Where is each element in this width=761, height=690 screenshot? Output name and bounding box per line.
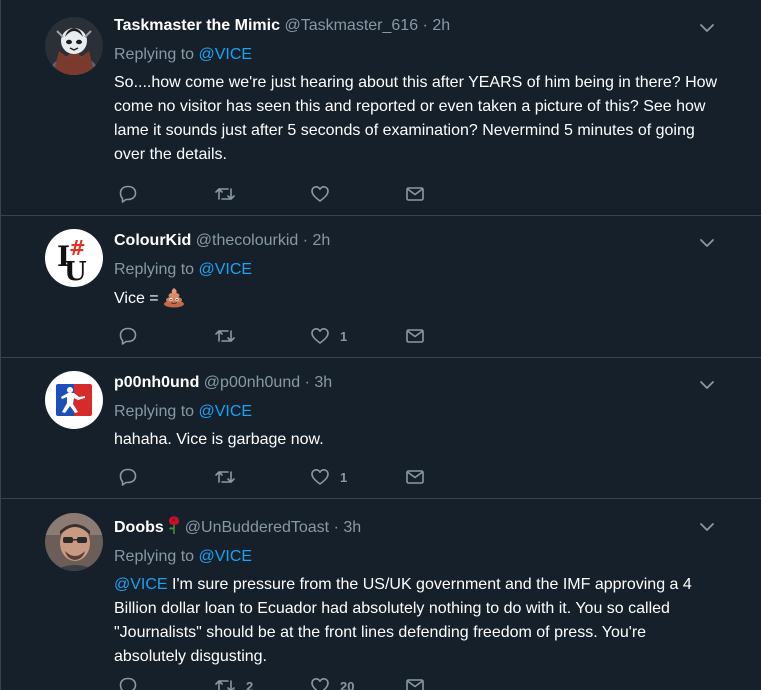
reply-icon — [119, 677, 137, 690]
reply-button[interactable] — [118, 325, 138, 347]
tweet-text: So....how come we're just hearing about … — [114, 74, 718, 163]
like-count: 20 — [340, 678, 355, 690]
timestamp[interactable]: · 3h — [334, 519, 362, 536]
envelope-icon — [406, 679, 424, 690]
display-name[interactable]: Taskmaster the Mimic — [114, 17, 280, 34]
heart-icon — [311, 469, 329, 485]
chevron-down-icon[interactable] — [699, 235, 715, 251]
retweet-button[interactable] — [214, 466, 236, 488]
like-button[interactable]: 1 — [310, 466, 347, 488]
replying-to-link[interactable]: @VICE — [199, 403, 253, 420]
retweet-icon — [215, 330, 235, 342]
tweet-header: Doobs @UnBudderedToast · 3h — [114, 515, 721, 538]
replying-to-line: Replying to @VICE — [114, 547, 721, 567]
like-button[interactable]: 20 — [310, 675, 354, 690]
timestamp[interactable]: · 3h — [305, 374, 333, 391]
display-name[interactable]: Doobs — [114, 519, 164, 536]
replying-to-line: Replying to @VICE — [114, 260, 721, 280]
tweet[interactable]: p00nh0und @p00nh0und · 3h Replying to @V… — [1, 358, 761, 499]
retweet-count: 2 — [246, 678, 254, 690]
display-name[interactable]: p00nh0und — [114, 374, 199, 391]
heart-icon — [311, 186, 329, 202]
handle[interactable]: @UnBudderedToast — [185, 519, 329, 536]
tweet-text-mention[interactable]: @VICE — [114, 576, 168, 593]
tweet-text: hahaha. Vice is garbage now. — [114, 431, 324, 448]
retweet-icon — [215, 188, 235, 200]
reply-icon — [119, 327, 137, 345]
replying-prefix: Replying to — [114, 261, 195, 278]
direct-message-button[interactable] — [405, 466, 425, 488]
envelope-icon — [406, 470, 424, 484]
replying-to-link[interactable]: @VICE — [199, 46, 253, 63]
chevron-down-icon[interactable] — [699, 20, 715, 36]
replying-to-line: Replying to @VICE — [114, 402, 721, 422]
like-count: 1 — [340, 328, 348, 344]
like-count: 1 — [340, 469, 348, 485]
svg-text:U: U — [64, 257, 87, 287]
avatar[interactable] — [45, 371, 103, 429]
replying-prefix: Replying to — [114, 403, 195, 420]
retweet-button[interactable] — [214, 183, 236, 205]
display-name[interactable]: ColourKid — [114, 232, 191, 249]
chevron-down-icon[interactable] — [699, 519, 715, 535]
tweet-header: p00nh0und @p00nh0und · 3h — [114, 373, 721, 393]
tweet[interactable]: Doobs @UnBudderedToast · 3h Replying to … — [1, 499, 761, 690]
handle[interactable]: @Taskmaster_616 — [284, 17, 418, 34]
envelope-icon — [406, 187, 424, 201]
handle[interactable]: @thecolourkid — [196, 232, 299, 249]
retweet-icon — [215, 471, 235, 483]
tweet[interactable]: I # U ColourKid @thecolourkid · 2h Reply… — [1, 216, 761, 358]
replying-to-line: Replying to @VICE — [114, 45, 721, 65]
rose-icon — [168, 516, 179, 534]
envelope-icon — [406, 329, 424, 343]
avatar[interactable] — [45, 513, 103, 571]
heart-icon — [311, 328, 329, 344]
reply-icon — [119, 185, 137, 203]
chevron-down-icon[interactable] — [699, 377, 715, 393]
replying-to-link[interactable]: @VICE — [199, 261, 253, 278]
tweet-text-body: Vice = — [114, 290, 159, 307]
reply-icon — [119, 468, 137, 486]
direct-message-button[interactable] — [405, 675, 425, 690]
heart-icon — [311, 678, 329, 690]
reply-button[interactable] — [118, 466, 138, 488]
replying-prefix: Replying to — [114, 46, 195, 63]
tweet-text-body: I'm sure pressure from the US/UK governm… — [114, 576, 692, 665]
tweet-header: Taskmaster the Mimic @Taskmaster_616 · 2… — [114, 16, 721, 36]
reply-button[interactable] — [118, 675, 138, 690]
tweet-text: @VICE I'm sure pressure from the US/UK g… — [114, 573, 721, 669]
pile-of-poo-icon — [164, 288, 185, 308]
retweet-icon — [215, 680, 235, 690]
direct-message-button[interactable] — [405, 183, 425, 205]
tweet-text: Vice = — [114, 286, 721, 311]
direct-message-button[interactable] — [405, 325, 425, 347]
retweet-button[interactable]: 2 — [214, 675, 253, 690]
like-button[interactable] — [310, 183, 340, 205]
avatar[interactable]: I # U — [45, 229, 103, 287]
tweet[interactable]: Taskmaster the Mimic @Taskmaster_616 · 2… — [1, 0, 761, 216]
replying-to-link[interactable]: @VICE — [199, 548, 253, 565]
reply-feed: Taskmaster the Mimic @Taskmaster_616 · 2… — [0, 0, 761, 690]
retweet-button[interactable] — [214, 325, 236, 347]
timestamp[interactable]: · 2h — [423, 17, 451, 34]
like-button[interactable]: 1 — [310, 325, 347, 347]
avatar[interactable] — [45, 17, 103, 75]
tweet-header: ColourKid @thecolourkid · 2h — [114, 231, 721, 251]
handle[interactable]: @p00nh0und — [204, 374, 300, 391]
timestamp[interactable]: · 2h — [303, 232, 331, 249]
reply-button[interactable] — [118, 183, 138, 205]
replying-prefix: Replying to — [114, 548, 195, 565]
